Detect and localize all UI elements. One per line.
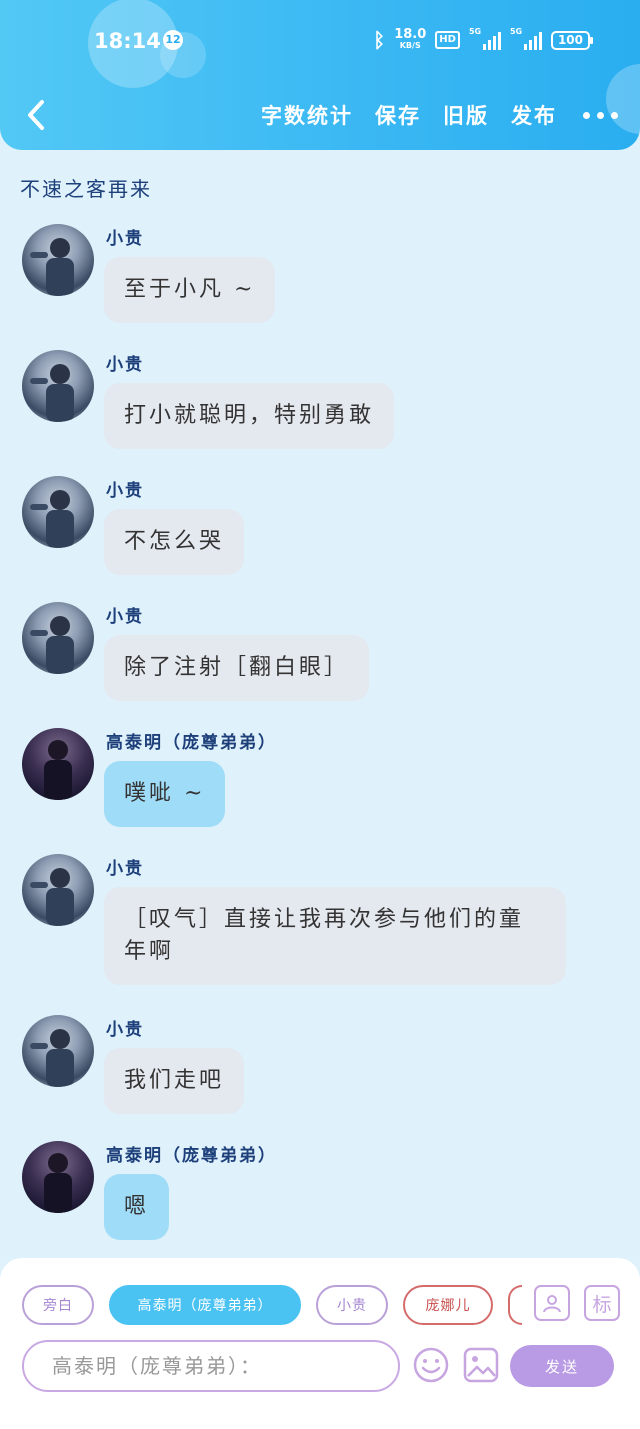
signal-icon: 5G [509, 27, 542, 50]
nav-actions: 字数统计 保存 旧版 发布 [261, 100, 618, 130]
avatar[interactable] [22, 350, 94, 422]
network-speed-unit: KB/S [399, 41, 421, 50]
story-title: 不速之客再来 [20, 177, 152, 201]
role-chip-xiaogui[interactable]: 小贵 [316, 1285, 388, 1325]
sender-name: 小贵 [106, 1020, 144, 1040]
tag-button[interactable]: 标 [584, 1285, 620, 1321]
message-text-line: ［叹气］直接让我再次参与他们的童 [124, 907, 525, 932]
avatar[interactable] [22, 224, 94, 296]
role-chip-more[interactable] [508, 1285, 522, 1325]
signal-label: 5G [509, 27, 523, 36]
sender-name: 高泰明（庞尊弟弟） [106, 733, 277, 753]
send-button[interactable]: 发送 [510, 1345, 614, 1387]
role-selector: 旁白 高泰明（庞尊弟弟） 小贵 庞娜儿 [22, 1285, 522, 1325]
signal-icon: 5G [468, 27, 501, 50]
input-panel: 旁白 高泰明（庞尊弟弟） 小贵 庞娜儿 标 高泰明（庞尊弟弟）： 发送 [0, 1258, 640, 1429]
emoji-icon[interactable] [412, 1346, 450, 1384]
sender-name: 小贵 [106, 481, 144, 501]
message-bubble[interactable]: ［叹气］直接让我再次参与他们的童 年啊 [104, 887, 566, 985]
message-bubble[interactable]: 噗呲 ~ [104, 761, 226, 827]
role-chip-pang-naer[interactable]: 庞娜儿 [403, 1285, 493, 1325]
avatar[interactable] [22, 1015, 94, 1087]
hd-icon: HD [435, 31, 460, 49]
avatar[interactable] [22, 728, 94, 800]
sender-name: 小贵 [106, 607, 144, 627]
person-icon [543, 1295, 561, 1313]
image-icon[interactable] [462, 1346, 500, 1384]
message-bubble[interactable]: 除了注射［翻白眼］ [104, 635, 370, 701]
avatar[interactable] [22, 602, 94, 674]
sender-name: 高泰明（庞尊弟弟） [106, 1146, 277, 1166]
save-button[interactable]: 保存 [375, 100, 421, 130]
sender-name: 小贵 [106, 355, 144, 375]
back-arrow-icon[interactable] [22, 96, 52, 134]
message-bubble[interactable]: 我们走吧 [104, 1048, 245, 1114]
notification-badge: 12 [163, 30, 183, 50]
avatar[interactable] [22, 1141, 94, 1213]
network-speed: 18.0 KB/S [394, 27, 427, 51]
top-header: 18:14 12 ᛒ 18.0 KB/S HD 5G 5G 100 字数统计 保… [0, 0, 640, 150]
role-chip-narrator[interactable]: 旁白 [22, 1285, 94, 1325]
role-chip-gao-taiming[interactable]: 高泰明（庞尊弟弟） [109, 1285, 301, 1325]
sender-name: 小贵 [106, 859, 144, 879]
status-icons: ᛒ 18.0 KB/S HD 5G 5G 100 [373, 27, 594, 52]
battery-icon: 100 [550, 30, 594, 50]
avatar[interactable] [22, 476, 94, 548]
bluetooth-icon: ᛒ [373, 28, 386, 52]
message-input[interactable]: 高泰明（庞尊弟弟）： [22, 1340, 400, 1392]
message-bubble[interactable]: 嗯 [104, 1174, 170, 1240]
sender-name: 小贵 [106, 229, 144, 249]
add-role-button[interactable] [534, 1285, 570, 1321]
more-icon[interactable] [583, 111, 618, 119]
status-time: 18:14 [94, 29, 161, 53]
message-bubble[interactable]: 至于小凡 ~ [104, 257, 276, 323]
message-text-line: 年啊 [124, 939, 175, 964]
old-version-button[interactable]: 旧版 [443, 100, 489, 130]
message-bubble[interactable]: 不怎么哭 [104, 509, 245, 575]
network-speed-value: 18.0 [394, 27, 427, 42]
message-bubble[interactable]: 打小就聪明，特别勇敢 [104, 383, 395, 449]
publish-button[interactable]: 发布 [511, 100, 557, 130]
signal-label: 5G [468, 27, 482, 36]
avatar[interactable] [22, 854, 94, 926]
word-count-button[interactable]: 字数统计 [261, 100, 353, 130]
